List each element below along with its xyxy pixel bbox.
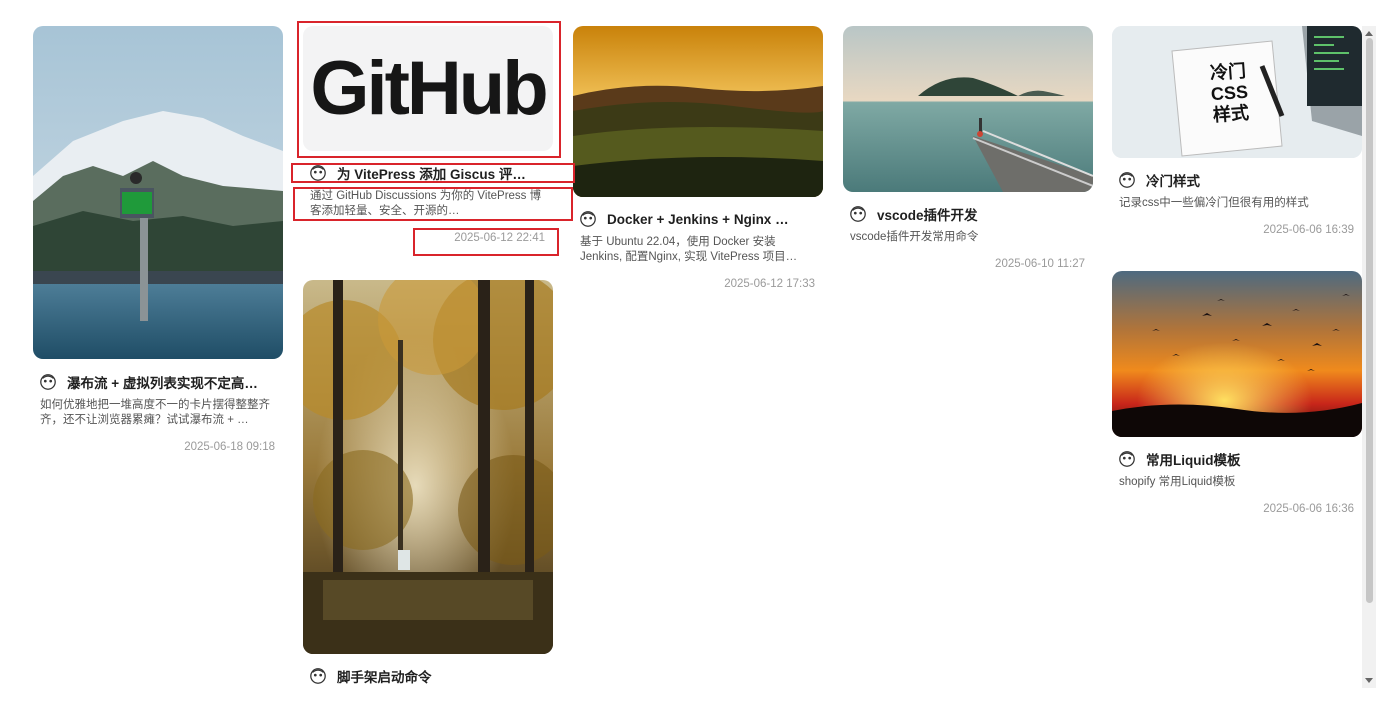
avatar-icon	[850, 206, 866, 222]
scroll-down-icon[interactable]	[1365, 678, 1373, 683]
post-description: 通过 GitHub Discussions 为你的 VitePress 博客添加…	[310, 190, 542, 217]
post-thumbnail[interactable]: 冷门 CSS 样式	[1112, 26, 1362, 158]
post-thumbnail[interactable]	[843, 26, 1093, 192]
post-description: shopify 常用Liquid模板	[1119, 476, 1236, 488]
post-date: 2025-06-06 16:36	[1263, 503, 1354, 515]
github-logo: GitHub	[310, 46, 548, 131]
post-thumbnail[interactable]	[303, 280, 553, 654]
avatar-icon	[580, 211, 596, 227]
post-description: 记录css中一些偏冷门但很有用的样式	[1119, 197, 1309, 209]
post-date: 2025-06-18 09:18	[184, 441, 275, 453]
post-title[interactable]: 冷门样式	[1146, 170, 1351, 190]
post-title[interactable]: vscode插件开发	[877, 204, 1082, 224]
post-thumbnail[interactable]: GitHub	[303, 26, 553, 151]
scroll-up-icon[interactable]	[1365, 31, 1373, 36]
avatar-icon	[1119, 451, 1135, 467]
avatar-icon	[310, 165, 326, 181]
post-title[interactable]: 为 VitePress 添加 Giscus 评…	[337, 163, 542, 183]
post-title[interactable]: 脚手架启动命令	[337, 666, 542, 686]
post-description: 基于 Ubuntu 22.04，使用 Docker 安装 Jenkins, 配置…	[580, 236, 798, 263]
post-description: vscode插件开发常用命令	[850, 231, 979, 243]
post-title[interactable]: 瀑布流 + 虚拟列表实现不定高…	[67, 372, 272, 392]
post-date: 2025-06-12 17:33	[724, 278, 815, 290]
post-date: 2025-06-12 22:41	[454, 232, 545, 244]
avatar-icon	[1119, 172, 1135, 188]
post-date: 2025-06-06 16:39	[1263, 224, 1354, 236]
post-thumbnail[interactable]	[573, 26, 823, 197]
post-date: 2025-06-10 11:27	[995, 258, 1085, 270]
avatar-icon	[310, 668, 326, 684]
post-description: 如何优雅地把一堆高度不一的卡片摆得整整齐齐，还不让浏览器累瘫？试试瀑布流 + …	[40, 399, 270, 426]
post-thumbnail[interactable]	[1112, 271, 1362, 437]
post-title[interactable]: 常用Liquid模板	[1146, 449, 1351, 469]
post-title[interactable]: Docker + Jenkins + Nginx …	[607, 212, 812, 227]
avatar-icon	[40, 374, 56, 390]
notebook-text: 冷门 CSS 样式	[1209, 60, 1250, 126]
scroll-thumb[interactable]	[1366, 38, 1373, 603]
scrollbar[interactable]	[1362, 26, 1376, 688]
post-thumbnail[interactable]	[33, 26, 283, 359]
